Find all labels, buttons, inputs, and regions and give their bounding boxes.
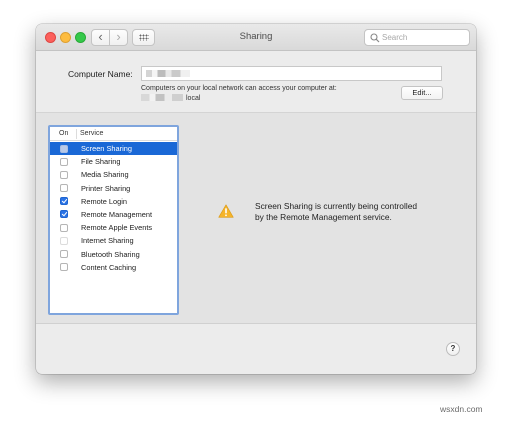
search-placeholder: Search (382, 33, 408, 42)
service-label: Screen Sharing (81, 144, 132, 153)
service-list-header: On Service (50, 127, 177, 141)
service-label: Internet Sharing (81, 236, 134, 246)
column-header-service[interactable]: Service (80, 130, 103, 137)
service-row[interactable]: Printer Sharing (50, 182, 177, 195)
network-address-suffix: local (186, 95, 201, 102)
status-message-line1: Screen Sharing is currently being contro… (255, 201, 418, 211)
service-label: Remote Management (81, 209, 153, 219)
service-checkbox[interactable] (60, 144, 68, 153)
service-label: Media Sharing (81, 170, 129, 180)
service-checkbox[interactable] (60, 157, 68, 166)
service-checkbox[interactable] (60, 197, 68, 206)
service-label: File Sharing (81, 157, 121, 167)
service-checkbox[interactable] (60, 184, 68, 193)
service-row[interactable]: Bluetooth Sharing (50, 248, 177, 261)
service-label: Content Caching (81, 262, 137, 272)
service-row[interactable]: Content Caching (50, 261, 177, 274)
status-message-line2: by the Remote Management service. (255, 212, 392, 222)
service-checkbox[interactable] (60, 263, 68, 272)
service-row[interactable]: Remote Apple Events (50, 221, 177, 234)
titlebar: ‹ › Sharing Search (36, 24, 476, 51)
service-checkbox[interactable] (60, 210, 68, 219)
network-info-text: Computers on your local network can acce… (141, 85, 337, 92)
edit-button[interactable]: Edit... (401, 86, 443, 100)
service-row[interactable]: Remote Management (50, 208, 177, 221)
service-checkbox[interactable] (60, 223, 68, 232)
service-row[interactable]: File Sharing (50, 155, 177, 168)
service-checkbox[interactable] (60, 250, 68, 258)
bottom-divider (36, 323, 476, 324)
network-address: local (141, 94, 200, 102)
service-label: Bluetooth Sharing (81, 249, 140, 259)
column-separator (76, 129, 77, 139)
search-field[interactable]: Search (364, 29, 470, 46)
service-checkbox[interactable] (60, 170, 68, 179)
service-row[interactable]: Internet Sharing (50, 234, 177, 247)
watermark: wsxdn.com (440, 404, 483, 414)
sharing-window: ‹ › Sharing Search Computer Name: Comput… (36, 24, 476, 374)
redacted-hostname (141, 94, 183, 101)
computer-name-label: Computer Name: (68, 69, 133, 79)
service-label: Remote Login (81, 196, 128, 206)
search-icon (370, 33, 380, 43)
service-checkbox[interactable] (60, 236, 68, 245)
column-header-on[interactable]: On (59, 130, 68, 137)
help-button[interactable]: ? (446, 342, 460, 356)
service-rows: Screen Sharing File Sharing Media Sharing P… (50, 142, 177, 274)
service-label: Printer Sharing (81, 183, 131, 193)
service-label: Remote Apple Events (81, 223, 153, 233)
service-row[interactable]: Remote Login (50, 195, 177, 208)
warning-icon (218, 204, 234, 218)
service-row[interactable]: Screen Sharing (50, 142, 177, 156)
service-row[interactable]: Media Sharing (50, 168, 177, 181)
computer-name-field[interactable] (141, 66, 442, 81)
redacted-computer-name (146, 70, 190, 77)
service-list[interactable]: On Service Screen Sharing File Sharing Med… (48, 125, 179, 315)
